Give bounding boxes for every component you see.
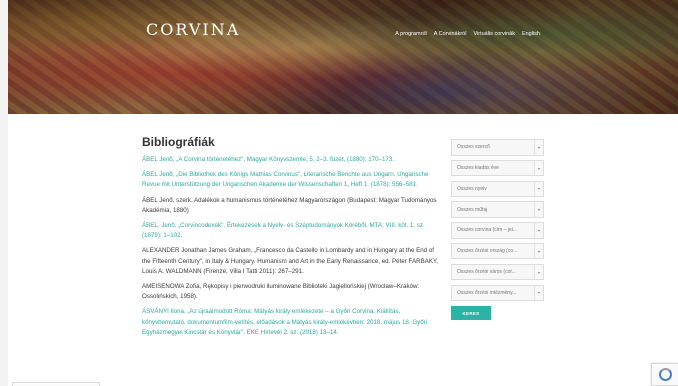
bibliography-entry[interactable]: ÁSVÁNYI Ilona, „Az újraálmodott Róma: Má… xyxy=(142,307,442,338)
select-value: Összes őrzési város (cor... xyxy=(457,269,516,276)
bibliography-entry: ALEXANDER Jonathan James Graham, „France… xyxy=(142,247,439,275)
chevron-down-icon: ▾ xyxy=(534,160,543,176)
top-navigation: A programról A Corvinákról Virtuális cor… xyxy=(395,31,540,37)
page-title: Bibliográfiák xyxy=(142,135,215,149)
nav-program[interactable]: A programról xyxy=(395,31,427,37)
select-value: Összes nyelv xyxy=(457,185,487,192)
bibliography-entry[interactable]: ÁBEL Jenő, „Die Bibliothek des Königs Ma… xyxy=(142,170,442,190)
recaptcha-icon xyxy=(658,368,672,381)
corvina-filter-select[interactable]: Összes corvina (cím – jel... ▾ xyxy=(451,222,544,239)
bibliography-entry[interactable]: ÁBEL, Jenő, „Corvincodexek", Értekezések… xyxy=(142,221,442,241)
chevron-down-icon: ▾ xyxy=(534,140,543,155)
search-button[interactable]: KERES xyxy=(451,306,491,321)
filter-panel: Összes szerző ▾ Összes kiadás éve ▾ Össz… xyxy=(451,139,544,321)
nav-corvinas[interactable]: A Corvinákról xyxy=(434,31,467,37)
institution-filter-select[interactable]: Összes őrzési intézmény... ▾ xyxy=(451,284,544,302)
select-value: Összes őrzési ország (co... xyxy=(457,248,518,255)
language-filter-select[interactable]: Összes nyelv ▾ xyxy=(451,180,544,198)
site-logo[interactable]: CORVINA xyxy=(146,20,240,40)
chevron-down-icon: ▾ xyxy=(534,285,543,301)
nav-virtual-corvinas[interactable]: Virtuális corvinák xyxy=(473,31,514,37)
left-edge-strip xyxy=(0,0,8,386)
chevron-down-icon: ▾ xyxy=(534,243,543,259)
select-value: Összes őrzési intézmény... xyxy=(457,289,517,296)
bibliography-entry: AMEISENOWA Zofia, Rękopisy i pierwodruki… xyxy=(142,283,420,301)
bibliography-entry[interactable]: ÁBEL Jenő, „A Corvina történetéhez", Mag… xyxy=(142,155,442,165)
recaptcha-badge[interactable] xyxy=(651,363,678,386)
hero-banner xyxy=(8,0,678,114)
year-filter-select[interactable]: Összes kiadás éve ▾ xyxy=(451,159,544,177)
select-value: Összes műfaj xyxy=(457,206,488,213)
select-value: Összes kiadás éve xyxy=(457,165,499,172)
bottom-tab xyxy=(12,382,100,386)
select-value: Összes corvina (cím – jel... xyxy=(457,227,518,234)
chevron-down-icon: ▾ xyxy=(534,202,543,217)
author-filter-select[interactable]: Összes szerző ▾ xyxy=(451,139,544,156)
country-filter-select[interactable]: Összes őrzési ország (co... ▾ xyxy=(451,242,544,260)
select-value: Összes szerző xyxy=(457,144,490,151)
city-filter-select[interactable]: Összes őrzési város (cor... ▾ xyxy=(451,263,544,281)
nav-english[interactable]: English xyxy=(522,31,540,37)
chevron-down-icon: ▾ xyxy=(534,264,543,280)
chevron-down-icon: ▾ xyxy=(534,223,543,238)
chevron-down-icon: ▾ xyxy=(534,181,543,197)
bibliography-entry: ÁBEL Jenő, szerk. Adalékok a humanismus … xyxy=(142,196,437,214)
bibliography-list: Bibliográfiák ÁBEL Jenő, „A Corvina tört… xyxy=(142,135,442,343)
genre-filter-select[interactable]: Összes műfaj ▾ xyxy=(451,201,544,218)
logo-wordmark: CORVINA xyxy=(146,20,241,39)
